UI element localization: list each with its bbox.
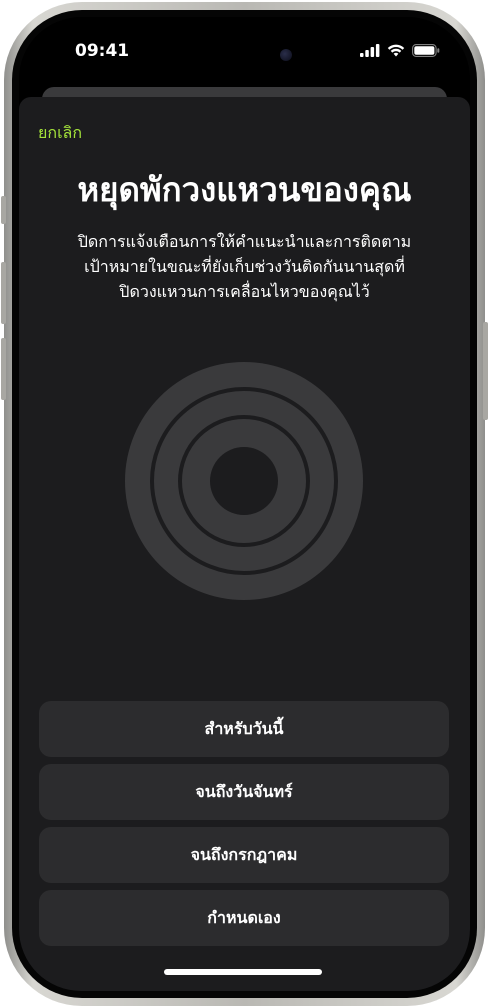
option-label: สำหรับวันนี้ (204, 718, 284, 738)
volume-up-button (1, 262, 6, 324)
power-button (483, 322, 488, 420)
description-line: เป้าหมายในขณะที่ยังเก็บช่วงวันติดกันนานส… (84, 257, 405, 276)
description: ปิดการแจ้งเตือนการให้คำแนะนำและการติดตาม… (47, 229, 442, 304)
pause-rings-sheet: ยกเลิก หยุดพักวงแหวนของคุณ ปิดการแจ้งเตื… (19, 97, 470, 991)
option-label: กำหนดเอง (207, 907, 281, 927)
cancel-button[interactable]: ยกเลิก (38, 121, 82, 146)
page-title: หยุดพักวงแหวนของคุณ (77, 170, 412, 209)
volume-down-button (1, 338, 6, 400)
front-camera-icon (280, 49, 292, 61)
option-until-july-button[interactable]: จนถึงกรกฎาคม (39, 827, 449, 883)
option-label: จนถึงกรกฎาคม (190, 844, 298, 864)
option-custom-button[interactable]: กำหนดเอง (39, 890, 449, 946)
wifi-icon (387, 44, 405, 57)
option-until-monday-button[interactable]: จนถึงวันจันทร์ (39, 764, 449, 820)
action-button (1, 196, 6, 224)
battery-icon (412, 44, 440, 57)
dynamic-island (182, 38, 310, 72)
home-indicator[interactable] (164, 969, 322, 975)
option-label: จนถึงวันจันทร์ (195, 781, 293, 801)
description-line: ปิดวงแหวนการเคลื่อนไหวของคุณไว้ (119, 282, 370, 301)
status-icons (360, 44, 440, 57)
status-time: 09:41 (75, 41, 130, 61)
option-today-button[interactable]: สำหรับวันนี้ (39, 701, 449, 757)
screen: 09:41 ยกเลิก หยุดพักวงแหวนของคุณ ปิดการแ… (19, 17, 470, 991)
cellular-signal-icon (360, 44, 380, 57)
description-line: ปิดการแจ้งเตือนการให้คำแนะนำและการติดตาม (77, 232, 412, 251)
activity-rings-icon (125, 362, 363, 600)
